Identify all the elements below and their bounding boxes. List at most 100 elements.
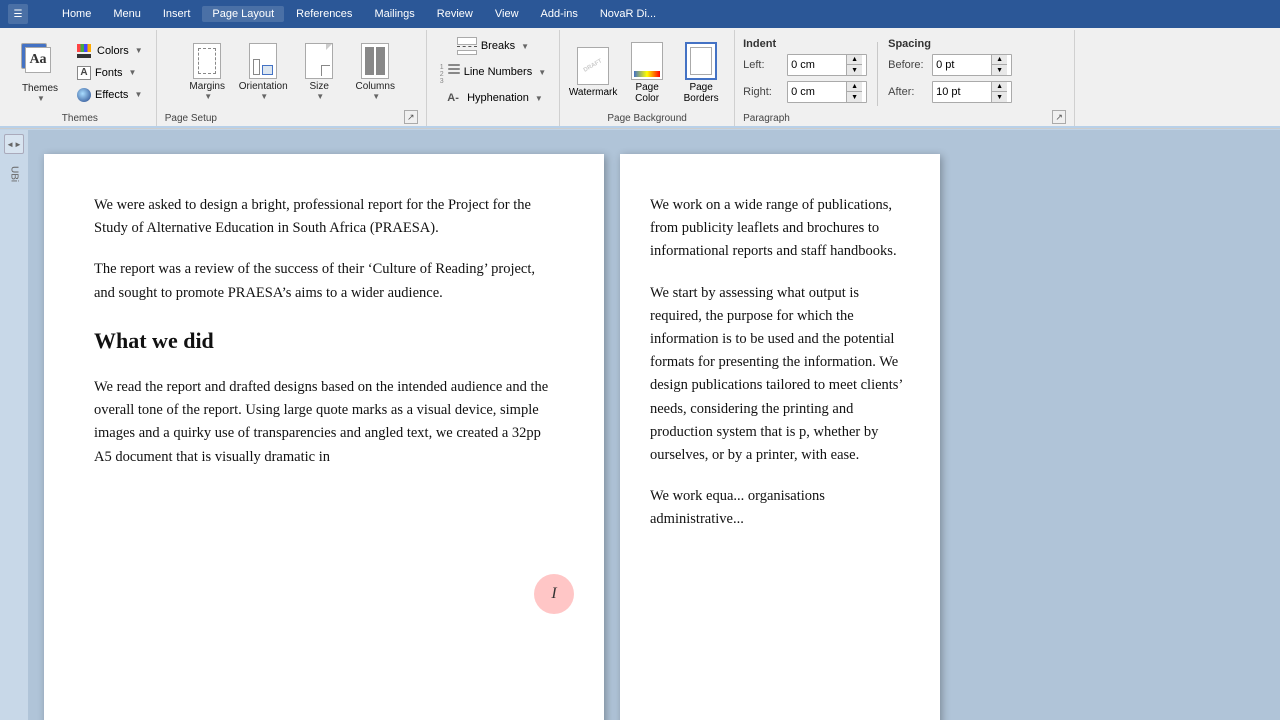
- cursor-indicator: I: [534, 574, 574, 614]
- effects-dropdown-arrow: ▼: [134, 90, 142, 99]
- page1-para3: We read the report and drafted designs b…: [94, 376, 554, 469]
- indent-label: Indent: [743, 38, 867, 50]
- indent-right-label: Right:: [743, 86, 783, 98]
- colors-dropdown-arrow: ▼: [135, 46, 143, 55]
- indent-right-up[interactable]: ▲: [846, 82, 862, 92]
- margins-icon: [193, 43, 221, 79]
- left-sidebar: ◄► UBi: [0, 130, 28, 720]
- breaks-button[interactable]: Breaks ▼: [452, 34, 534, 58]
- fonts-dropdown-arrow: ▼: [129, 68, 137, 77]
- indent-left-input-wrap: ▲ ▼: [787, 54, 867, 76]
- ribbon: Aa Themes ▼ Colors ▼: [0, 28, 1280, 129]
- page-setup-buttons: Margins ▼ Orientation ▼ Size ▼: [181, 34, 401, 110]
- document-container: We were asked to design a bright, profes…: [44, 146, 940, 720]
- spacing-after-input[interactable]: [933, 85, 991, 99]
- tab-mailings[interactable]: Mailings: [364, 6, 424, 22]
- page2-para2: We start by assessing what output is req…: [650, 282, 910, 468]
- spacing-before-input-wrap: ▲ ▼: [932, 54, 1012, 76]
- colors-button[interactable]: Colors ▼: [72, 41, 148, 61]
- spacing-section: Spacing Before: ▲ ▼ After:: [888, 38, 1012, 104]
- line-numbers-icon: 123: [440, 63, 460, 81]
- page-color-button[interactable]: Page Color: [622, 39, 672, 107]
- size-dropdown-arrow: ▼: [316, 92, 324, 101]
- hyphenation-button[interactable]: A- Hyphenation ▼: [438, 86, 548, 110]
- indent-right-input[interactable]: [788, 85, 846, 99]
- page2-content: We work on a wide range of publications,…: [650, 194, 910, 531]
- paragraph-group-label: Paragraph: [743, 111, 790, 124]
- columns-icon: [361, 43, 389, 79]
- page-setup-group: Margins ▼ Orientation ▼ Size ▼: [157, 30, 427, 126]
- indent-left-up[interactable]: ▲: [846, 55, 862, 65]
- page-borders-button[interactable]: Page Borders: [676, 39, 726, 107]
- watermark-button[interactable]: Watermark: [568, 39, 618, 107]
- breaks-dropdown-arrow: ▼: [521, 42, 529, 51]
- indent-left-input[interactable]: [788, 58, 846, 72]
- line-numbers-button[interactable]: 123 Line Numbers ▼: [435, 60, 551, 84]
- spacing-after-down[interactable]: ▼: [991, 92, 1007, 102]
- themes-group-label: Themes: [62, 111, 98, 124]
- orientation-dropdown-arrow: ▼: [260, 92, 268, 101]
- effects-icon: [77, 88, 91, 102]
- tab-home[interactable]: Home: [52, 6, 101, 22]
- hyphenation-icon: A-: [443, 89, 463, 107]
- spacing-after-up[interactable]: ▲: [991, 82, 1007, 92]
- landscape-icon: [262, 65, 273, 75]
- themes-button[interactable]: Aa Themes ▼: [12, 38, 68, 108]
- paragraph-expand-button[interactable]: ↗: [1052, 110, 1066, 124]
- indent-right-spinners: ▲ ▼: [846, 82, 862, 102]
- spacing-before-row: Before: ▲ ▼: [888, 54, 1012, 76]
- fonts-icon: A: [77, 66, 91, 80]
- tab-view[interactable]: View: [485, 6, 529, 22]
- breaks-group: Breaks ▼ 123 Line Numbers ▼: [427, 30, 560, 126]
- tab-page-layout[interactable]: Page Layout: [202, 6, 284, 22]
- sidebar-ubi-label: UBi: [9, 166, 20, 182]
- app-menu-button[interactable]: ☰: [8, 4, 28, 24]
- spacing-before-down[interactable]: ▼: [991, 65, 1007, 75]
- page2-para3: We work equa... organisations administra…: [650, 485, 910, 531]
- fonts-button[interactable]: A Fonts ▼: [72, 63, 148, 83]
- orientation-button[interactable]: Orientation ▼: [237, 38, 289, 106]
- ribbon-content: Aa Themes ▼ Colors ▼: [0, 28, 1280, 128]
- effects-button[interactable]: Effects ▼: [72, 85, 148, 105]
- cursor-i-beam: I: [551, 585, 556, 603]
- spacing-before-input[interactable]: [933, 58, 991, 72]
- document-page-2[interactable]: We work on a wide range of publications,…: [620, 154, 940, 720]
- tab-references[interactable]: References: [286, 6, 362, 22]
- page1-para1: We were asked to design a bright, profes…: [94, 194, 554, 240]
- breaks-icon: [457, 37, 477, 55]
- page-background-group-label: Page Background: [607, 111, 687, 124]
- tab-review[interactable]: Review: [427, 6, 483, 22]
- paragraph-group: Indent Left: ▲ ▼ Right:: [735, 30, 1075, 126]
- columns-button[interactable]: Columns ▼: [349, 38, 401, 106]
- themes-dropdown-arrow: ▼: [37, 94, 45, 103]
- page-background-buttons: Watermark Page Color Page Borders: [568, 34, 726, 111]
- spacing-before-spinners: ▲ ▼: [991, 55, 1007, 75]
- page-color-icon: [631, 42, 663, 80]
- margins-button[interactable]: Margins ▼: [181, 38, 233, 106]
- document-page-1[interactable]: We were asked to design a bright, profes…: [44, 154, 604, 720]
- spacing-before-up[interactable]: ▲: [991, 55, 1007, 65]
- page-borders-icon: [685, 42, 717, 80]
- page2-para1: We work on a wide range of publications,…: [650, 194, 910, 264]
- sidebar-nav-button[interactable]: ◄►: [4, 134, 24, 154]
- spacing-after-input-wrap: ▲ ▼: [932, 81, 1012, 103]
- tab-nova[interactable]: NovaR Di...: [590, 6, 666, 22]
- indent-left-down[interactable]: ▼: [846, 65, 862, 75]
- tab-insert[interactable]: Insert: [153, 6, 201, 22]
- tab-menu[interactable]: Menu: [103, 6, 151, 22]
- columns-dropdown-arrow: ▼: [372, 92, 380, 101]
- indent-left-spinners: ▲ ▼: [846, 55, 862, 75]
- portrait-icon: [253, 59, 260, 75]
- indent-section: Indent Left: ▲ ▼ Right:: [743, 38, 867, 104]
- app-header: ☰ Home Menu Insert Page Layout Reference…: [0, 0, 1280, 28]
- main-area: We were asked to design a bright, profes…: [28, 130, 1280, 720]
- page-setup-expand-button[interactable]: ↗: [404, 110, 418, 124]
- indent-left-row: Left: ▲ ▼: [743, 54, 867, 76]
- page1-heading: What we did: [94, 323, 554, 358]
- spacing-after-spinners: ▲ ▼: [991, 82, 1007, 102]
- themes-group: Aa Themes ▼ Colors ▼: [4, 30, 157, 126]
- size-button[interactable]: Size ▼: [293, 38, 345, 106]
- indent-right-down[interactable]: ▼: [846, 92, 862, 102]
- tab-addins[interactable]: Add-ins: [531, 6, 588, 22]
- indent-left-label: Left:: [743, 59, 783, 71]
